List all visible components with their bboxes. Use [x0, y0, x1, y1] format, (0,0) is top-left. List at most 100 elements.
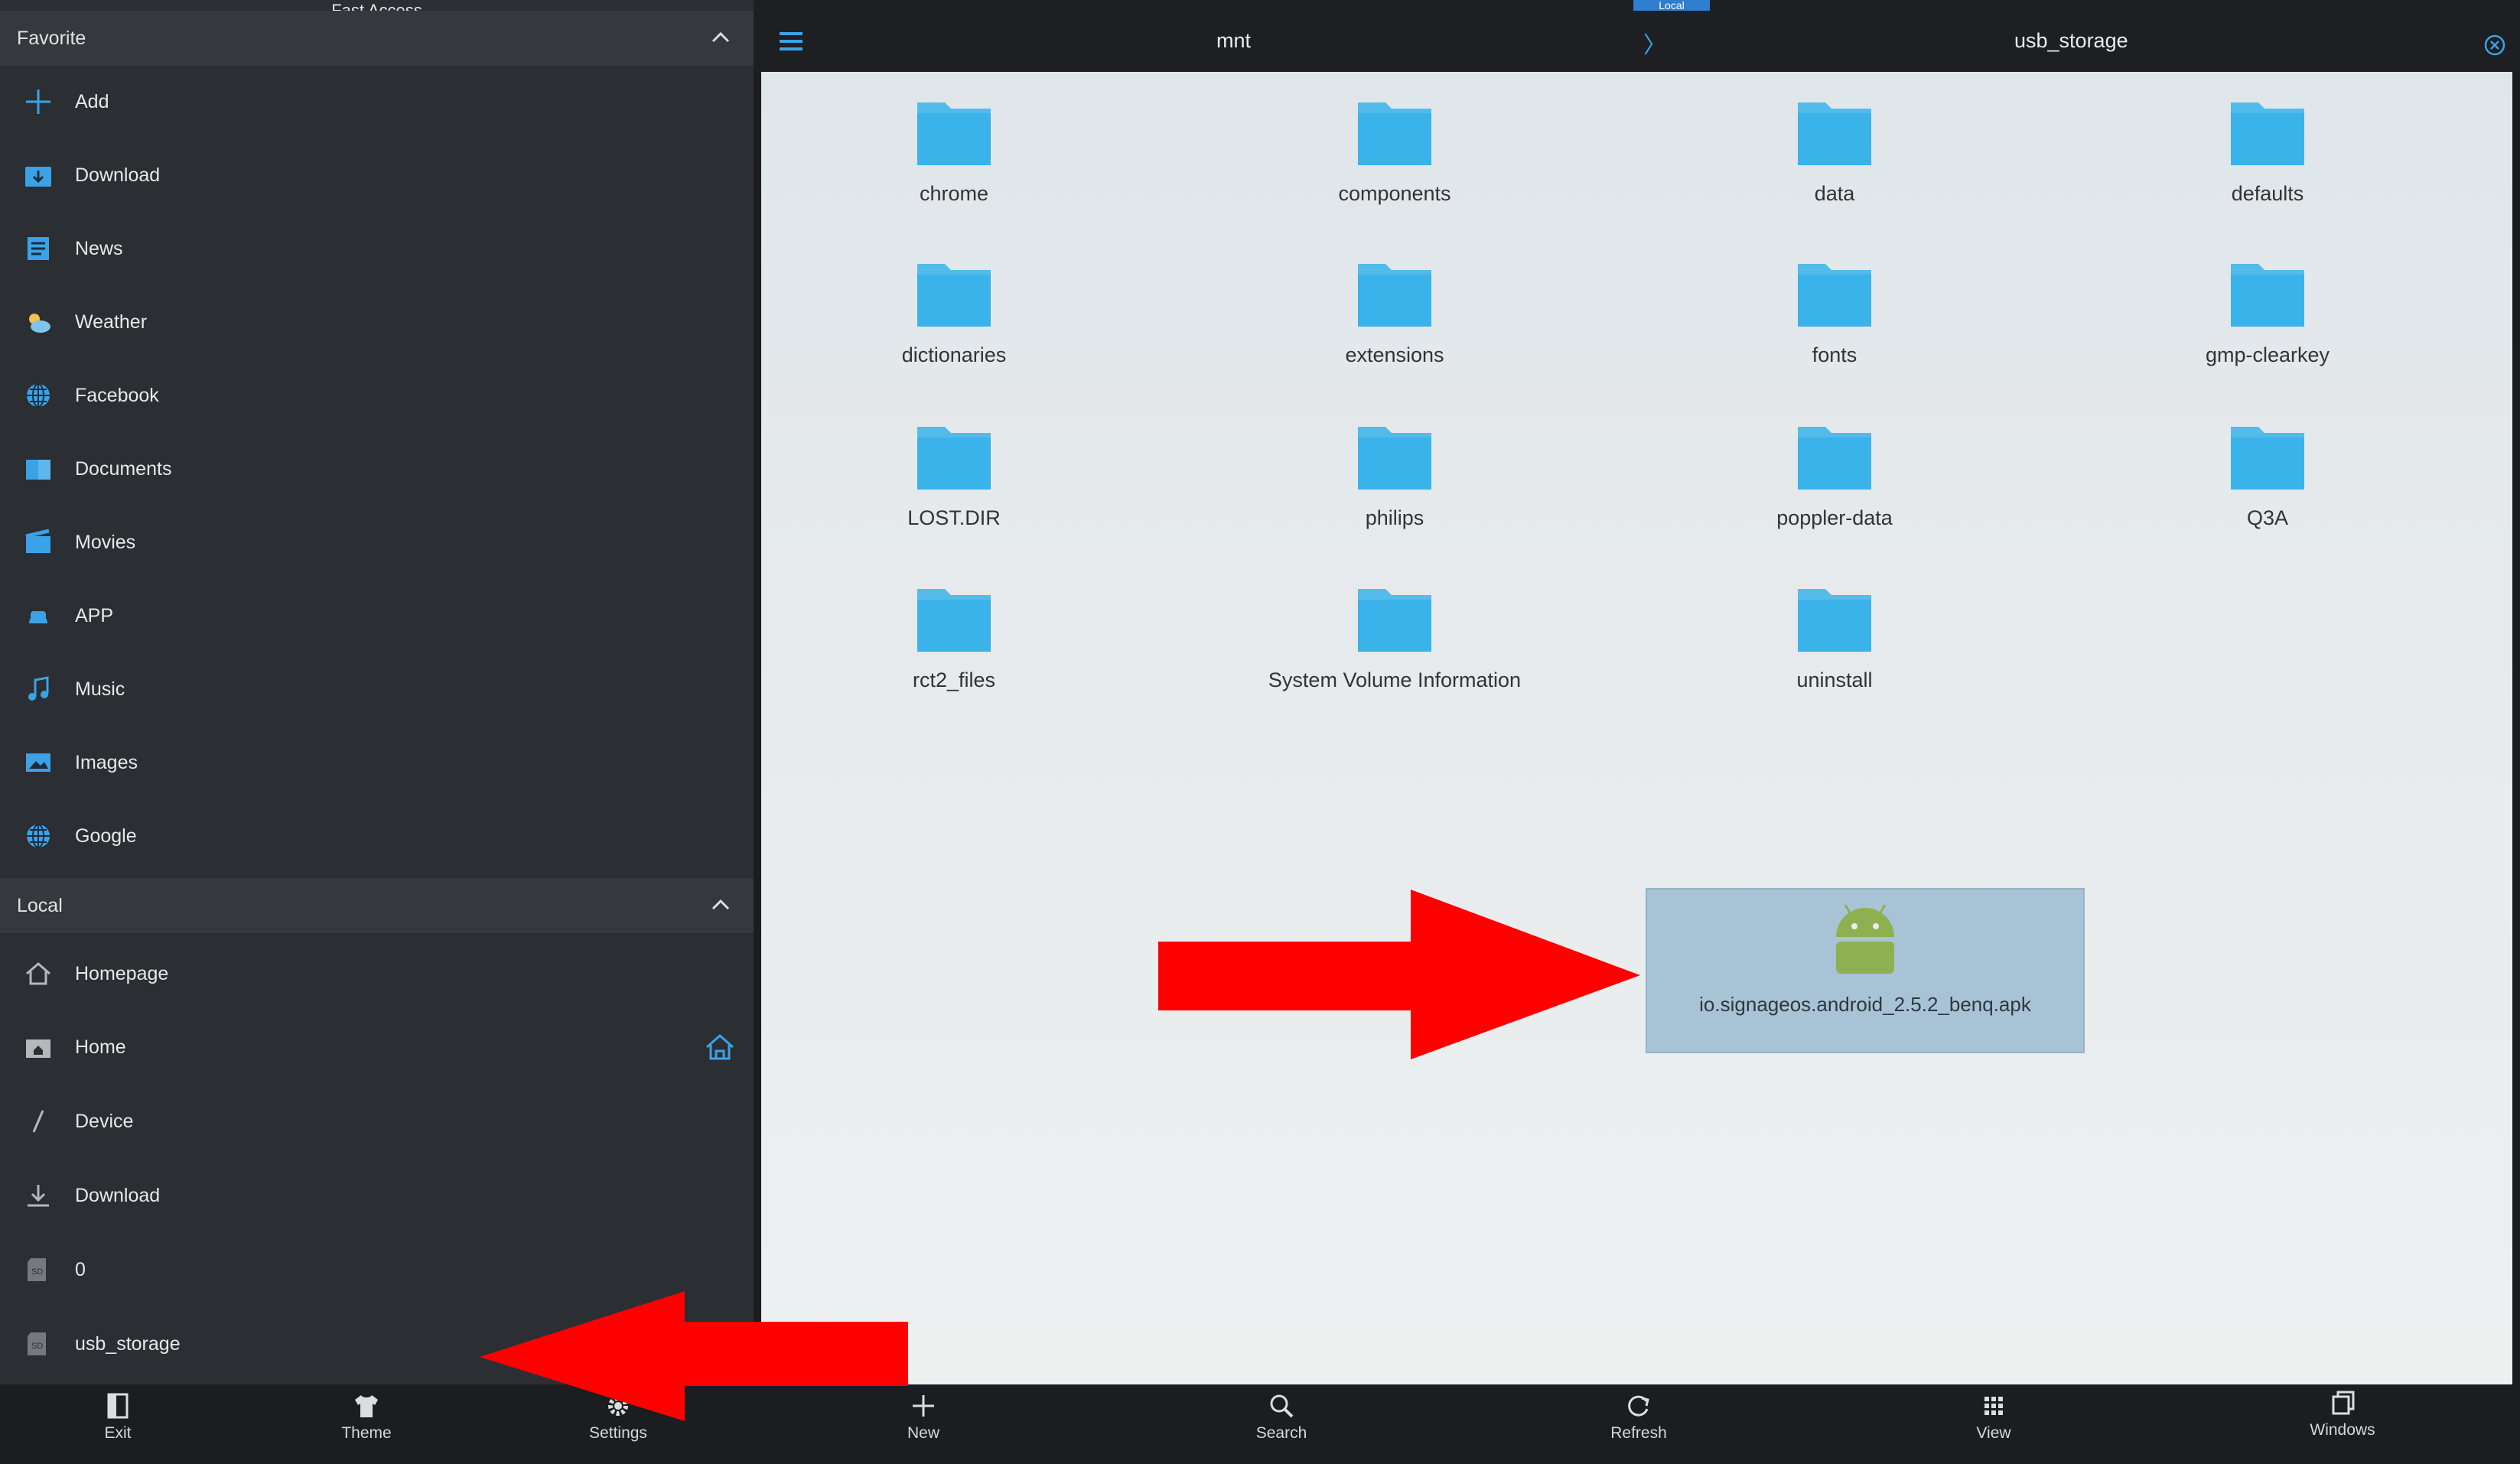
favorite-header-label: Favorite	[17, 28, 86, 49]
annotation-arrow-left	[480, 1291, 908, 1421]
folder-item[interactable]: System Volume Information	[1242, 578, 1548, 731]
globe-icon	[23, 821, 54, 851]
local-item-home[interactable]: Home	[0, 1010, 754, 1084]
folder-name: chrome	[919, 182, 989, 205]
music-icon	[23, 674, 54, 704]
folder-item[interactable]: fonts	[1682, 253, 1988, 406]
windows-icon	[2332, 1391, 2355, 1415]
folder-item[interactable]: components	[1242, 92, 1548, 245]
exit-button[interactable]: Exit	[41, 1391, 194, 1443]
local-item-device[interactable]: Device	[0, 1085, 754, 1158]
home-folder-icon	[23, 1032, 54, 1062]
close-path-icon[interactable]	[2483, 34, 2506, 57]
local-item-label: 0	[75, 1258, 86, 1280]
view-label: View	[1976, 1424, 2011, 1442]
folder-icon	[2231, 264, 2304, 327]
search-label: Search	[1255, 1424, 1307, 1442]
theme-label: Theme	[341, 1424, 392, 1442]
set-home-icon[interactable]	[703, 1030, 737, 1064]
plus-icon	[913, 1395, 934, 1417]
folder-icon	[917, 427, 991, 490]
favorite-item-movies[interactable]: Movies	[0, 506, 754, 579]
local-item-label: Home	[75, 1036, 126, 1058]
favorite-item-images[interactable]: Images	[0, 726, 754, 799]
folder-name: Q3A	[2246, 506, 2289, 529]
windows-label: Windows	[2310, 1421, 2375, 1439]
chevron-up-icon[interactable]	[711, 895, 731, 915]
folder-item[interactable]: extensions	[1242, 253, 1548, 406]
apk-file-name: io.signageos.android_2.5.2_benq.apk	[1699, 993, 2031, 1016]
download-folder-icon	[23, 160, 54, 190]
folder-item[interactable]: data	[1682, 92, 1988, 245]
favorite-item-app[interactable]: APP	[0, 579, 754, 652]
folder-item[interactable]: dictionaries	[801, 253, 1107, 406]
folder-name: System Volume Information	[1268, 669, 1522, 691]
folder-item[interactable]: LOST.DIR	[801, 416, 1107, 569]
local-item-homepage[interactable]: Homepage	[0, 937, 754, 1010]
folder-item[interactable]: uninstall	[1682, 578, 1988, 731]
local-section-header[interactable]: Local	[0, 878, 754, 933]
sd-card-icon: SD	[23, 1254, 54, 1285]
local-item-label: Device	[75, 1110, 134, 1132]
folder-icon	[2231, 427, 2304, 490]
local-item-label: usb_storage	[75, 1332, 181, 1355]
exit-icon	[107, 1393, 129, 1419]
folder-icon	[2231, 102, 2304, 165]
folder-icon	[1358, 589, 1431, 652]
hamburger-menu-icon[interactable]	[778, 31, 804, 52]
chevron-up-icon[interactable]	[711, 28, 731, 47]
refresh-icon	[1628, 1395, 1649, 1417]
favorite-item-add[interactable]: Add	[0, 65, 754, 138]
folder-item[interactable]: philips	[1242, 416, 1548, 569]
folder-item[interactable]: defaults	[2115, 92, 2421, 245]
exit-label: Exit	[104, 1424, 132, 1442]
favorite-item-label: Facebook	[75, 384, 159, 406]
favorite-item-facebook[interactable]: Facebook	[0, 359, 754, 432]
favorite-section-header[interactable]: Favorite	[0, 11, 754, 66]
refresh-button[interactable]: Refresh	[1562, 1391, 1715, 1443]
favorite-item-news[interactable]: News	[0, 212, 754, 285]
favorite-item-download[interactable]: Download	[0, 138, 754, 212]
globe-icon	[23, 380, 54, 411]
folder-name: poppler-data	[1776, 506, 1893, 529]
grid-view-icon	[1984, 1397, 2003, 1415]
bottom-toolbar: Exit Theme Settings New Search Refresh V…	[0, 1384, 2520, 1464]
folder-item[interactable]: chrome	[801, 92, 1107, 245]
favorite-item-label: Images	[75, 751, 138, 773]
folder-name: uninstall	[1796, 669, 1873, 691]
folder-icon	[1798, 589, 1871, 652]
favorite-item-label: Google	[75, 825, 137, 847]
folder-item[interactable]: gmp-clearkey	[2115, 253, 2421, 406]
favorite-item-google[interactable]: Google	[0, 799, 754, 873]
folder-item[interactable]: poppler-data	[1682, 416, 1988, 569]
folder-name: data	[1814, 182, 1855, 205]
local-item-download[interactable]: Download	[0, 1159, 754, 1232]
folder-icon	[917, 589, 991, 652]
homepage-icon	[23, 958, 54, 989]
device-slash-icon	[23, 1106, 54, 1137]
search-button[interactable]: Search	[1205, 1391, 1358, 1443]
favorite-item-weather[interactable]: Weather	[0, 285, 754, 359]
folder-icon	[1798, 427, 1871, 490]
fast-access-drawer: Fast Access Favorite Add Download News W…	[0, 0, 754, 1384]
plus-icon	[23, 86, 54, 117]
folder-item[interactable]: Q3A	[2115, 416, 2421, 569]
theme-button[interactable]: Theme	[290, 1391, 443, 1443]
windows-button[interactable]: Windows	[2266, 1388, 2419, 1440]
favorite-item-music[interactable]: Music	[0, 652, 754, 726]
path-bar: Local mnt 〉 usb_storage	[754, 0, 2520, 72]
folder-item[interactable]: rct2_files	[801, 578, 1107, 731]
folder-icon	[917, 102, 991, 165]
local-window-tag[interactable]: Local	[1633, 0, 1710, 11]
folder-name: LOST.DIR	[907, 506, 1001, 529]
sd-card-icon: SD	[23, 1329, 54, 1359]
breadcrumb-usb-storage[interactable]: usb_storage	[2014, 29, 2128, 53]
apk-file-tile[interactable]: io.signageos.android_2.5.2_benq.apk	[1646, 888, 2085, 1053]
new-label: New	[907, 1424, 939, 1442]
documents-icon	[23, 454, 54, 484]
breadcrumb-mnt[interactable]: mnt	[1216, 29, 1251, 53]
folder-name: components	[1338, 182, 1451, 205]
annotation-arrow-right	[1158, 890, 1640, 1059]
favorite-item-documents[interactable]: Documents	[0, 432, 754, 506]
view-button[interactable]: View	[1917, 1391, 2070, 1443]
